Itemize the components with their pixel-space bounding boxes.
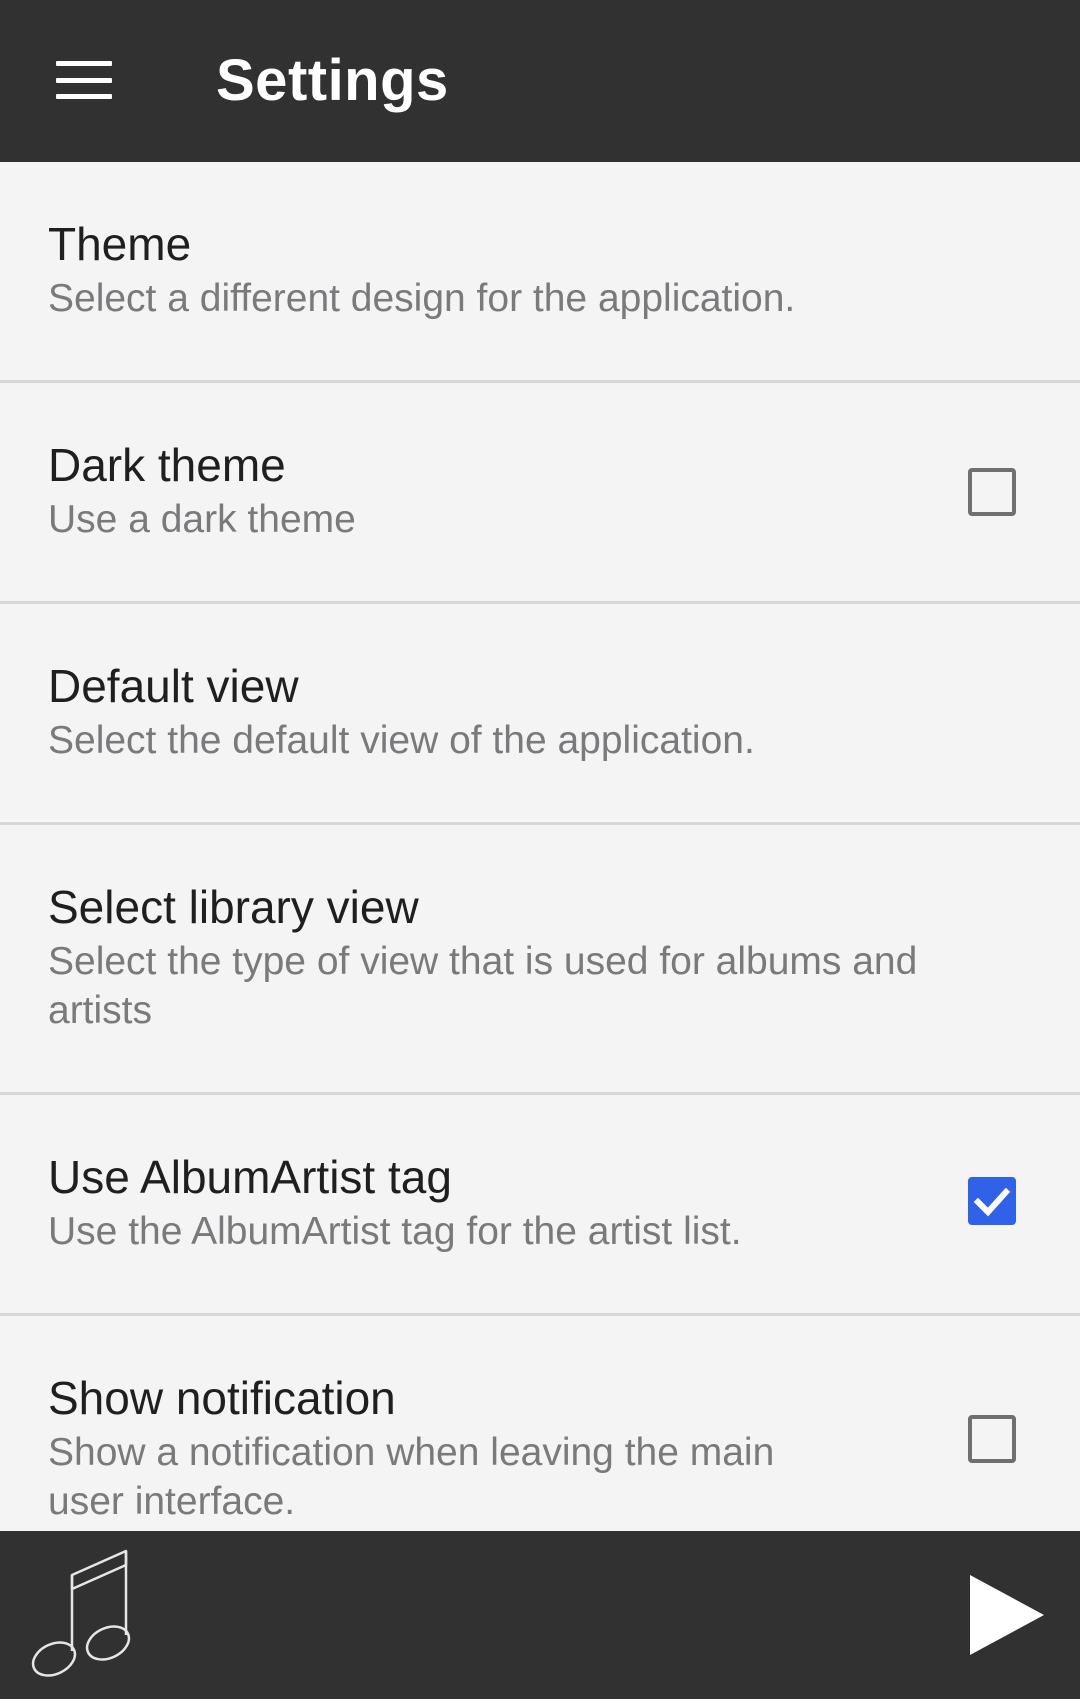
player-bar [0,1531,1080,1699]
setting-description: Select a different design for the applic… [48,277,796,320]
music-note-icon[interactable] [26,1547,144,1683]
setting-description: Show a notification when leaving the mai… [48,1431,775,1523]
setting-description: Use a dark theme [48,498,356,541]
setting-library-view[interactable]: Select library view Select the type of v… [0,825,1080,1095]
setting-title: Select library view [48,881,419,933]
play-icon [970,1575,1044,1655]
setting-title: Default view [48,660,299,712]
albumartist-checkbox[interactable] [968,1177,1016,1225]
setting-show-notification[interactable]: Show notification Show a notification wh… [0,1316,1080,1531]
menu-button[interactable] [40,40,128,120]
hamburger-icon [56,61,112,99]
setting-default-view[interactable]: Default view Select the default view of … [0,604,1080,825]
app-bar: Settings [0,0,1080,162]
dark-theme-checkbox[interactable] [968,468,1016,516]
play-button[interactable] [964,1571,1050,1659]
setting-title: Use AlbumArtist tag [48,1151,452,1203]
setting-description: Select the default view of the applicati… [48,719,755,762]
setting-title: Theme [48,218,192,270]
checkmark-icon [973,1187,1011,1217]
setting-albumartist-tag[interactable]: Use AlbumArtist tag Use the AlbumArtist … [0,1095,1080,1316]
setting-theme[interactable]: Theme Select a different design for the … [0,162,1080,383]
setting-title: Dark theme [48,439,286,491]
setting-dark-theme[interactable]: Dark theme Use a dark theme [0,383,1080,604]
setting-title: Show notification [48,1372,396,1424]
show-notification-checkbox[interactable] [968,1415,1016,1463]
setting-description: Use the AlbumArtist tag for the artist l… [48,1210,742,1253]
settings-list: Theme Select a different design for the … [0,162,1080,1531]
setting-description: Select the type of view that is used for… [48,940,918,1032]
page-title: Settings [216,48,449,113]
